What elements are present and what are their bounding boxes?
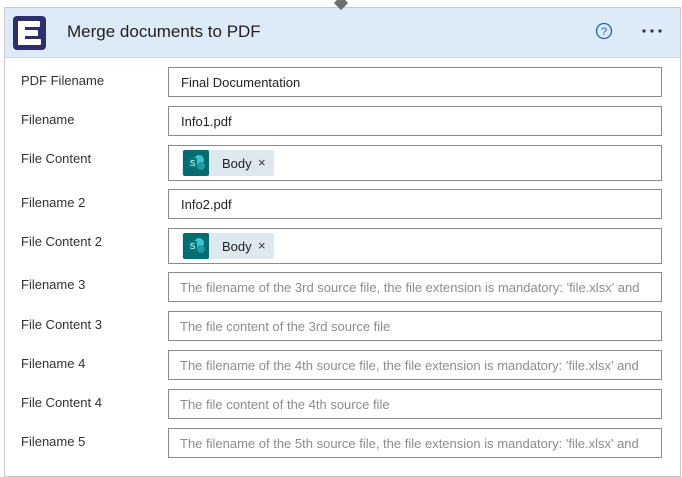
svg-text:S: S xyxy=(190,242,195,251)
token-remove-button[interactable]: × xyxy=(258,238,266,253)
help-icon[interactable]: ? xyxy=(595,22,613,40)
token-remove-button[interactable]: × xyxy=(258,155,266,170)
file-content-4-input[interactable]: The file content of the 4th source file xyxy=(168,389,662,419)
token-label: Body xyxy=(222,156,252,171)
filename-2-label: Filename 2 xyxy=(21,195,86,210)
file-content-4-placeholder: The file content of the 4th source file xyxy=(180,397,390,412)
file-content-3-placeholder: The file content of the 3rd source file xyxy=(180,319,391,334)
file-content-4-label: File Content 4 xyxy=(21,395,102,410)
dynamic-content-token[interactable]: S Body × xyxy=(182,150,274,176)
filename-5-placeholder: The filename of the 5th source file, the… xyxy=(180,436,639,451)
ellipsis-icon xyxy=(642,29,662,33)
dynamic-content-token[interactable]: S Body × xyxy=(182,233,274,259)
filename-4-input[interactable]: The filename of the 4th source file, the… xyxy=(168,350,662,380)
filename-4-label: Filename 4 xyxy=(21,356,86,371)
filename-5-label: Filename 5 xyxy=(21,434,86,449)
file-content-input[interactable]: S Body × xyxy=(168,145,662,181)
sharepoint-icon: S xyxy=(183,233,209,259)
svg-text:?: ? xyxy=(601,26,607,38)
filename-3-input[interactable]: The filename of the 3rd source file, the… xyxy=(168,272,662,302)
file-content-2-label: File Content 2 xyxy=(21,234,102,249)
file-content-2-input[interactable]: S Body × xyxy=(168,228,662,264)
pdf-filename-input[interactable]: Final Documentation xyxy=(168,67,662,97)
file-content-3-label: File Content 3 xyxy=(21,317,102,332)
pdf-filename-value: Final Documentation xyxy=(181,75,301,90)
sharepoint-icon: S xyxy=(183,150,209,176)
filename-5-input[interactable]: The filename of the 5th source file, the… xyxy=(168,428,662,458)
pdf-filename-label: PDF Filename xyxy=(21,73,105,88)
filename-label: Filename xyxy=(21,112,75,127)
filename-value: Info1.pdf xyxy=(181,114,232,129)
connector-logo-icon xyxy=(13,16,46,50)
filename-3-label: Filename 3 xyxy=(21,277,86,292)
svg-text:S: S xyxy=(190,159,195,168)
filename-2-value: Info2.pdf xyxy=(181,197,232,212)
filename-2-input[interactable]: Info2.pdf xyxy=(168,189,662,219)
filename-input[interactable]: Info1.pdf xyxy=(168,106,662,136)
file-content-3-input[interactable]: The file content of the 3rd source file xyxy=(168,311,662,341)
filename-4-placeholder: The filename of the 4th source file, the… xyxy=(180,358,639,373)
token-label: Body xyxy=(222,239,252,254)
more-options-button[interactable] xyxy=(637,20,667,42)
action-card: Merge documents to PDF ? PDF Filename Fi… xyxy=(4,7,681,477)
action-title: Merge documents to PDF xyxy=(67,22,261,41)
action-header[interactable]: Merge documents to PDF ? xyxy=(5,8,680,58)
file-content-label: File Content xyxy=(21,151,92,166)
filename-3-placeholder: The filename of the 3rd source file, the… xyxy=(180,280,640,295)
